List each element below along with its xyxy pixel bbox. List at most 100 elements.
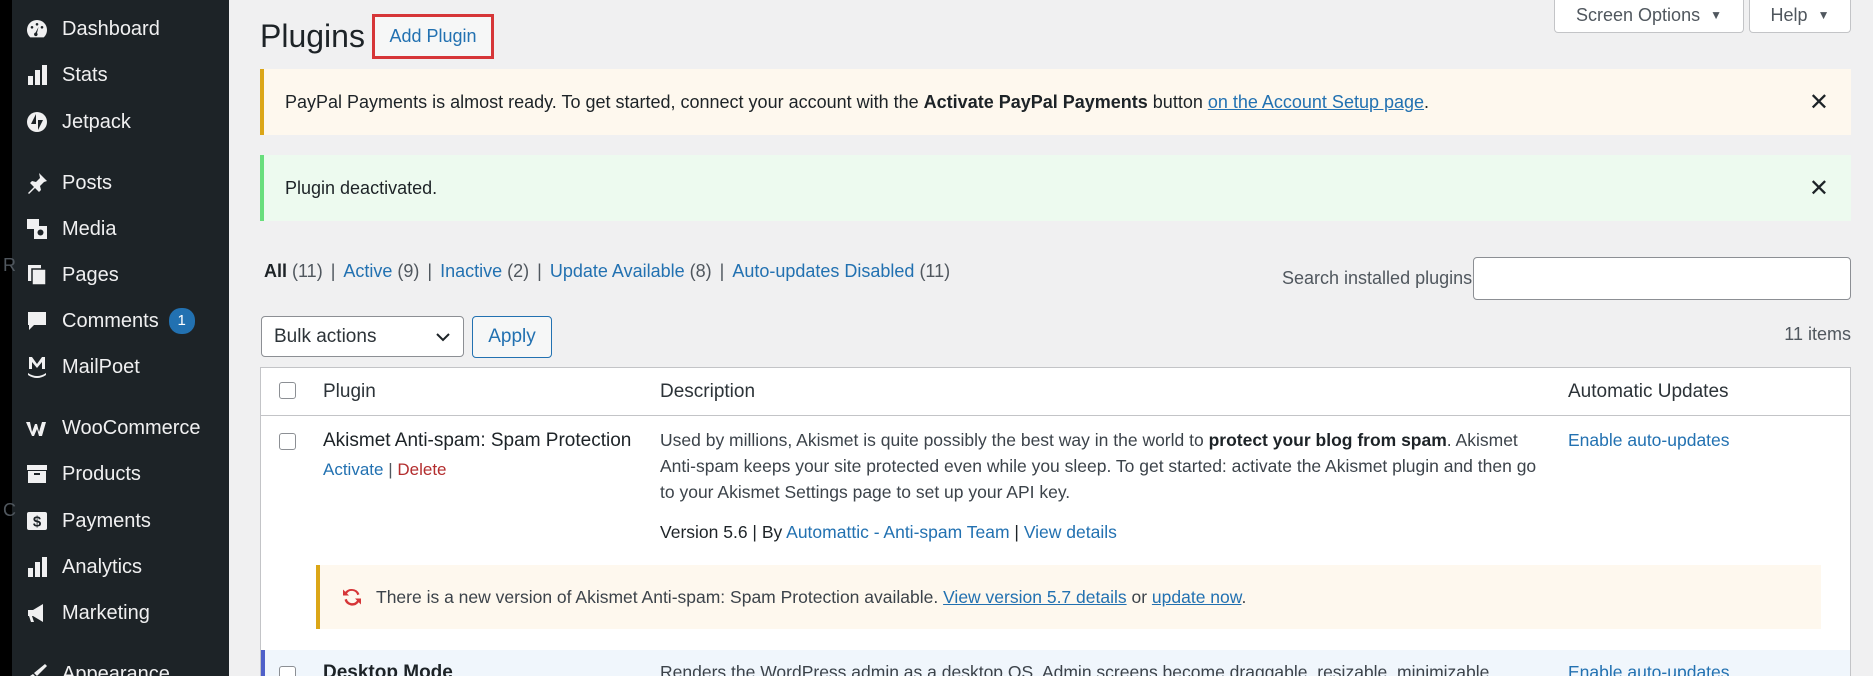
notice-text: or bbox=[1126, 586, 1152, 607]
filter-separator: | bbox=[427, 261, 433, 281]
column-header-plugin[interactable]: Plugin bbox=[323, 381, 376, 403]
notice-text: button bbox=[1147, 91, 1208, 112]
apply-button[interactable]: Apply bbox=[472, 316, 552, 358]
sidebar-item-analytics[interactable]: Analytics bbox=[24, 549, 142, 585]
media-icon bbox=[24, 216, 50, 242]
sidebar-item-label: WooCommerce bbox=[62, 416, 201, 439]
update-now-link[interactable]: update now bbox=[1152, 587, 1242, 607]
bulk-actions-value: Bulk actions bbox=[274, 325, 377, 347]
screen-options-label: Screen Options bbox=[1576, 4, 1701, 25]
author-link[interactable]: Automattic - Anti-spam Team bbox=[786, 522, 1009, 542]
table-header: Plugin Description Automatic Updates bbox=[261, 368, 1850, 416]
megaphone-icon bbox=[24, 600, 50, 626]
enable-auto-updates-link[interactable]: Enable auto-updates bbox=[1568, 662, 1730, 676]
stats-icon bbox=[24, 62, 50, 88]
sidebar-item-label: Posts bbox=[62, 171, 113, 194]
sidebar-item-label: Media bbox=[62, 217, 117, 240]
search-plugins-input[interactable] bbox=[1473, 257, 1851, 300]
row-checkbox[interactable] bbox=[279, 433, 296, 450]
row-checkbox[interactable] bbox=[279, 666, 296, 676]
deactivated-notice: Plugin deactivated. ✕ bbox=[260, 155, 1851, 221]
filter-count: (11) bbox=[292, 261, 323, 281]
plugin-meta: Version 5.6 | By Automattic - Anti-spam … bbox=[660, 522, 1117, 543]
filter-count: (8) bbox=[689, 261, 712, 281]
filter-count: (11) bbox=[919, 261, 951, 281]
sidebar-item-payments[interactable]: $ Payments bbox=[24, 503, 151, 539]
sidebar-item-label: Appearance bbox=[62, 662, 170, 676]
description-bold-text: protect your blog from spam bbox=[1208, 430, 1447, 450]
column-header-auto-updates: Automatic Updates bbox=[1568, 381, 1729, 402]
sidebar-item-woocommerce[interactable]: WooCommerce bbox=[24, 410, 201, 446]
stray-letter: R bbox=[3, 255, 16, 275]
account-setup-link[interactable]: on the Account Setup page bbox=[1208, 92, 1424, 112]
jetpack-icon bbox=[24, 109, 50, 135]
sidebar-item-label: Comments bbox=[62, 309, 159, 332]
sidebar-item-label: MailPoet bbox=[62, 355, 140, 378]
sidebar-item-media[interactable]: Media bbox=[24, 211, 116, 247]
sidebar-item-appearance[interactable]: Appearance bbox=[24, 656, 170, 676]
page-title: Plugins bbox=[260, 18, 365, 54]
sidebar-item-marketing[interactable]: Marketing bbox=[24, 595, 150, 631]
paypal-notice: PayPal Payments is almost ready. To get … bbox=[260, 69, 1851, 135]
paypal-notice-text: PayPal Payments is almost ready. To get … bbox=[264, 92, 1429, 113]
enable-auto-updates-link[interactable]: Enable auto-updates bbox=[1568, 430, 1730, 451]
row-actions: Activate | Delete bbox=[323, 460, 447, 480]
svg-text:$: $ bbox=[33, 514, 42, 531]
filter-inactive[interactable]: Inactive bbox=[440, 261, 502, 282]
pin-icon bbox=[24, 170, 50, 196]
sidebar-item-pages[interactable]: Pages bbox=[24, 257, 119, 293]
filter-auto-updates-disabled[interactable]: Auto-updates Disabled bbox=[732, 261, 914, 282]
dismiss-icon[interactable]: ✕ bbox=[1809, 88, 1829, 117]
filter-count: (9) bbox=[397, 261, 420, 281]
select-all-checkbox[interactable] bbox=[279, 382, 296, 399]
sidebar-item-mailpoet[interactable]: MailPoet bbox=[24, 349, 140, 385]
add-plugin-button[interactable]: Add Plugin bbox=[372, 14, 494, 59]
sidebar-item-comments[interactable]: Comments 1 bbox=[24, 303, 195, 339]
mailpoet-icon bbox=[24, 354, 50, 380]
pages-icon bbox=[24, 262, 50, 288]
view-version-details-link[interactable]: View version 5.7 details bbox=[943, 587, 1127, 607]
filter-separator: | bbox=[537, 261, 542, 281]
sidebar-item-label: Pages bbox=[62, 263, 119, 286]
woocommerce-icon bbox=[24, 415, 50, 441]
help-button[interactable]: Help ▼ bbox=[1749, 0, 1851, 33]
sidebar-item-label: Dashboard bbox=[62, 17, 160, 40]
filter-all[interactable]: All bbox=[264, 261, 287, 282]
chevron-down-icon bbox=[436, 333, 450, 342]
filter-count: (2) bbox=[507, 261, 530, 281]
sidebar-item-stats[interactable]: Stats bbox=[24, 57, 108, 93]
screen-options-button[interactable]: Screen Options ▼ bbox=[1554, 0, 1744, 33]
view-details-link[interactable]: View details bbox=[1024, 522, 1117, 542]
filter-active[interactable]: Active bbox=[343, 261, 392, 282]
plugin-description: Used by millions, Akismet is quite possi… bbox=[660, 427, 1550, 505]
notice-text: There is a new version of Akismet Anti-s… bbox=[376, 586, 944, 607]
plugin-name: Desktop Mode bbox=[323, 662, 453, 676]
bulk-actions-select[interactable]: Bulk actions bbox=[261, 316, 464, 357]
filter-update-available[interactable]: Update Available bbox=[550, 261, 685, 282]
help-label: Help bbox=[1770, 4, 1808, 25]
sidebar-item-products[interactable]: Products bbox=[24, 456, 141, 492]
update-available-notice: There is a new version of Akismet Anti-s… bbox=[316, 565, 1821, 629]
sidebar-item-label: Stats bbox=[62, 63, 108, 86]
sidebar-item-label: Analytics bbox=[62, 555, 143, 578]
update-notice-text: There is a new version of Akismet Anti-s… bbox=[376, 587, 1246, 608]
sidebar-item-posts[interactable]: Posts bbox=[24, 165, 112, 201]
plugin-version: Version 5.6 | By bbox=[660, 522, 787, 542]
stray-letter: C bbox=[3, 500, 16, 520]
sidebar-item-label: Products bbox=[62, 462, 141, 485]
table-row: Desktop Mode Renders the WordPress admin… bbox=[261, 650, 1850, 676]
search-label: Search installed plugins bbox=[1282, 268, 1473, 288]
archive-icon bbox=[24, 461, 50, 487]
filter-separator: | bbox=[719, 261, 725, 281]
sidebar-item-jetpack[interactable]: Jetpack bbox=[24, 104, 131, 140]
deactivated-notice-text: Plugin deactivated. bbox=[285, 177, 438, 198]
delete-link[interactable]: Delete bbox=[397, 460, 446, 479]
notice-text: . bbox=[1424, 91, 1430, 112]
activate-link[interactable]: Activate bbox=[323, 460, 383, 479]
bar-chart-icon bbox=[24, 554, 50, 580]
column-header-description: Description bbox=[660, 381, 756, 402]
notice-text: . bbox=[1241, 586, 1247, 607]
meta-separator: | bbox=[1009, 522, 1024, 542]
sidebar-item-dashboard[interactable]: Dashboard bbox=[24, 11, 160, 47]
dismiss-icon[interactable]: ✕ bbox=[1809, 174, 1829, 203]
